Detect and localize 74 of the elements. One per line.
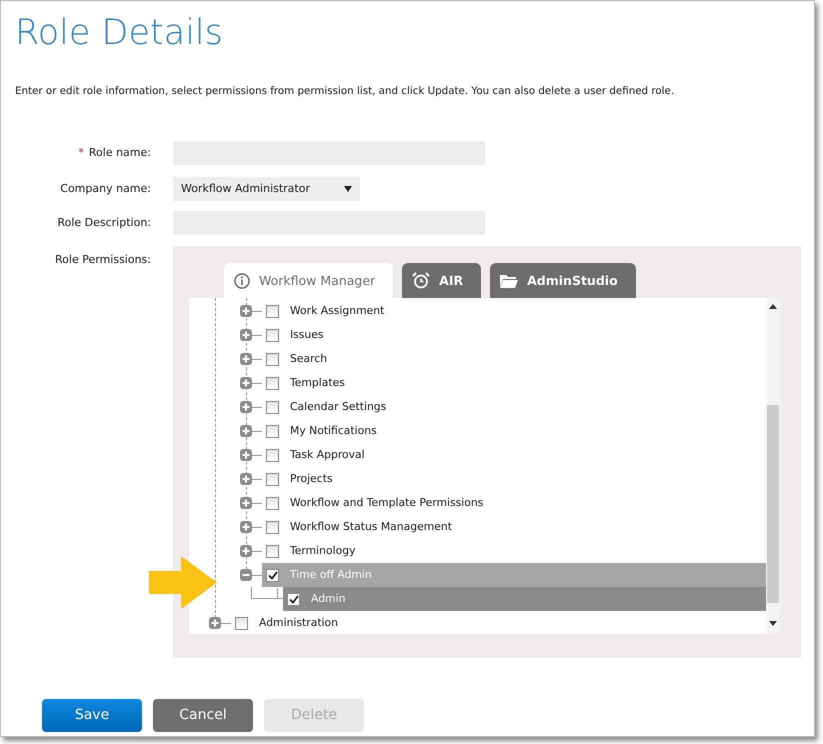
scrollbar[interactable] — [766, 298, 780, 634]
scroll-down-icon[interactable] — [769, 621, 777, 626]
tree-item-label: Administration — [259, 615, 338, 632]
tab[interactable]: AdminStudio — [490, 263, 636, 298]
dropdown-caret-icon — [344, 186, 352, 192]
tree-item[interactable]: Workflow Status Management — [262, 515, 766, 540]
tree-item[interactable]: Administration — [231, 611, 766, 634]
checkbox[interactable] — [266, 400, 279, 414]
tree-item-label: Projects — [290, 471, 333, 488]
checkbox[interactable] — [266, 304, 279, 318]
tree-item-label: My Notifications — [290, 423, 377, 440]
page-title: Role Details — [15, 12, 224, 55]
tab[interactable]: AIR — [402, 263, 482, 298]
expand-icon[interactable] — [240, 545, 252, 558]
checkbox[interactable] — [266, 544, 279, 558]
info-icon — [234, 272, 250, 289]
field-label: Role Description: — [57, 216, 151, 230]
expand-icon[interactable] — [240, 473, 252, 486]
tree-item-label: Terminology — [290, 543, 356, 560]
field-label: Company name: — [60, 182, 151, 196]
folder-icon — [500, 274, 518, 288]
expand-icon[interactable] — [240, 425, 252, 438]
required-mark: * — [78, 146, 84, 160]
tree-item[interactable]: Task Approval — [262, 443, 766, 468]
scroll-up-icon[interactable] — [769, 304, 777, 310]
expand-icon[interactable] — [240, 497, 252, 510]
tree-item-label: Task Approval — [290, 447, 365, 464]
tree-item-label: Time off Admin — [290, 567, 372, 584]
tab[interactable]: Workflow Manager — [224, 263, 394, 298]
tree-item-label: Workflow Status Management — [290, 519, 452, 536]
expand-icon[interactable] — [240, 353, 252, 366]
checkbox[interactable] — [266, 448, 279, 462]
tree-item[interactable]: Work Assignment — [262, 299, 766, 324]
tree-item-label: Admin — [311, 591, 346, 608]
expand-icon[interactable] — [240, 449, 252, 462]
tree-item[interactable]: Search — [262, 347, 766, 372]
tree-item[interactable]: Calendar Settings — [262, 395, 766, 420]
checkbox[interactable] — [266, 568, 279, 582]
checkbox[interactable] — [266, 496, 279, 510]
expand-icon[interactable] — [209, 617, 221, 630]
checkbox[interactable] — [235, 616, 248, 630]
tree-item[interactable]: Issues — [262, 323, 766, 348]
expand-icon[interactable] — [240, 401, 252, 414]
checkbox[interactable] — [266, 424, 279, 438]
checkbox[interactable] — [287, 592, 300, 606]
tree-item[interactable]: Projects — [262, 467, 766, 492]
expand-icon[interactable] — [240, 329, 252, 342]
checkbox[interactable] — [266, 472, 279, 486]
tree-item-label: Templates — [290, 375, 345, 392]
checkbox[interactable] — [266, 520, 279, 534]
tree-item[interactable]: Terminology — [262, 539, 766, 564]
collapse-icon[interactable] — [240, 569, 252, 582]
tree-item[interactable]: Templates — [262, 371, 766, 396]
tree-item-label: Work Assignment — [290, 303, 384, 320]
checkbox[interactable] — [266, 352, 279, 366]
expand-icon[interactable] — [240, 305, 252, 318]
action-button[interactable]: Cancel — [153, 699, 253, 732]
company-select[interactable]: Workflow Administrator — [173, 177, 360, 202]
alarm-clock-icon — [412, 272, 430, 290]
tree-item-label: Workflow and Template Permissions — [290, 495, 484, 512]
field-label: Role Permissions: — [55, 253, 151, 266]
tree-item-label: Search — [290, 351, 328, 368]
action-button[interactable]: Save — [42, 699, 142, 732]
tree-item-label: Calendar Settings — [290, 399, 386, 416]
checkbox[interactable] — [266, 376, 279, 390]
expand-icon[interactable] — [240, 377, 252, 390]
expand-icon[interactable] — [240, 521, 252, 534]
tree-item[interactable]: Workflow and Template Permissions — [262, 491, 766, 516]
instructions-text: Enter or edit role information, select permissions from permission list, and click Update. You can also delete a user defined role. — [15, 84, 676, 99]
pointer-arrow — [149, 556, 217, 609]
tree-item[interactable]: My Notifications — [262, 419, 766, 444]
field-label: Role name: — [88, 146, 151, 160]
checkbox[interactable] — [266, 328, 279, 342]
tree-item-label: Issues — [290, 327, 324, 344]
